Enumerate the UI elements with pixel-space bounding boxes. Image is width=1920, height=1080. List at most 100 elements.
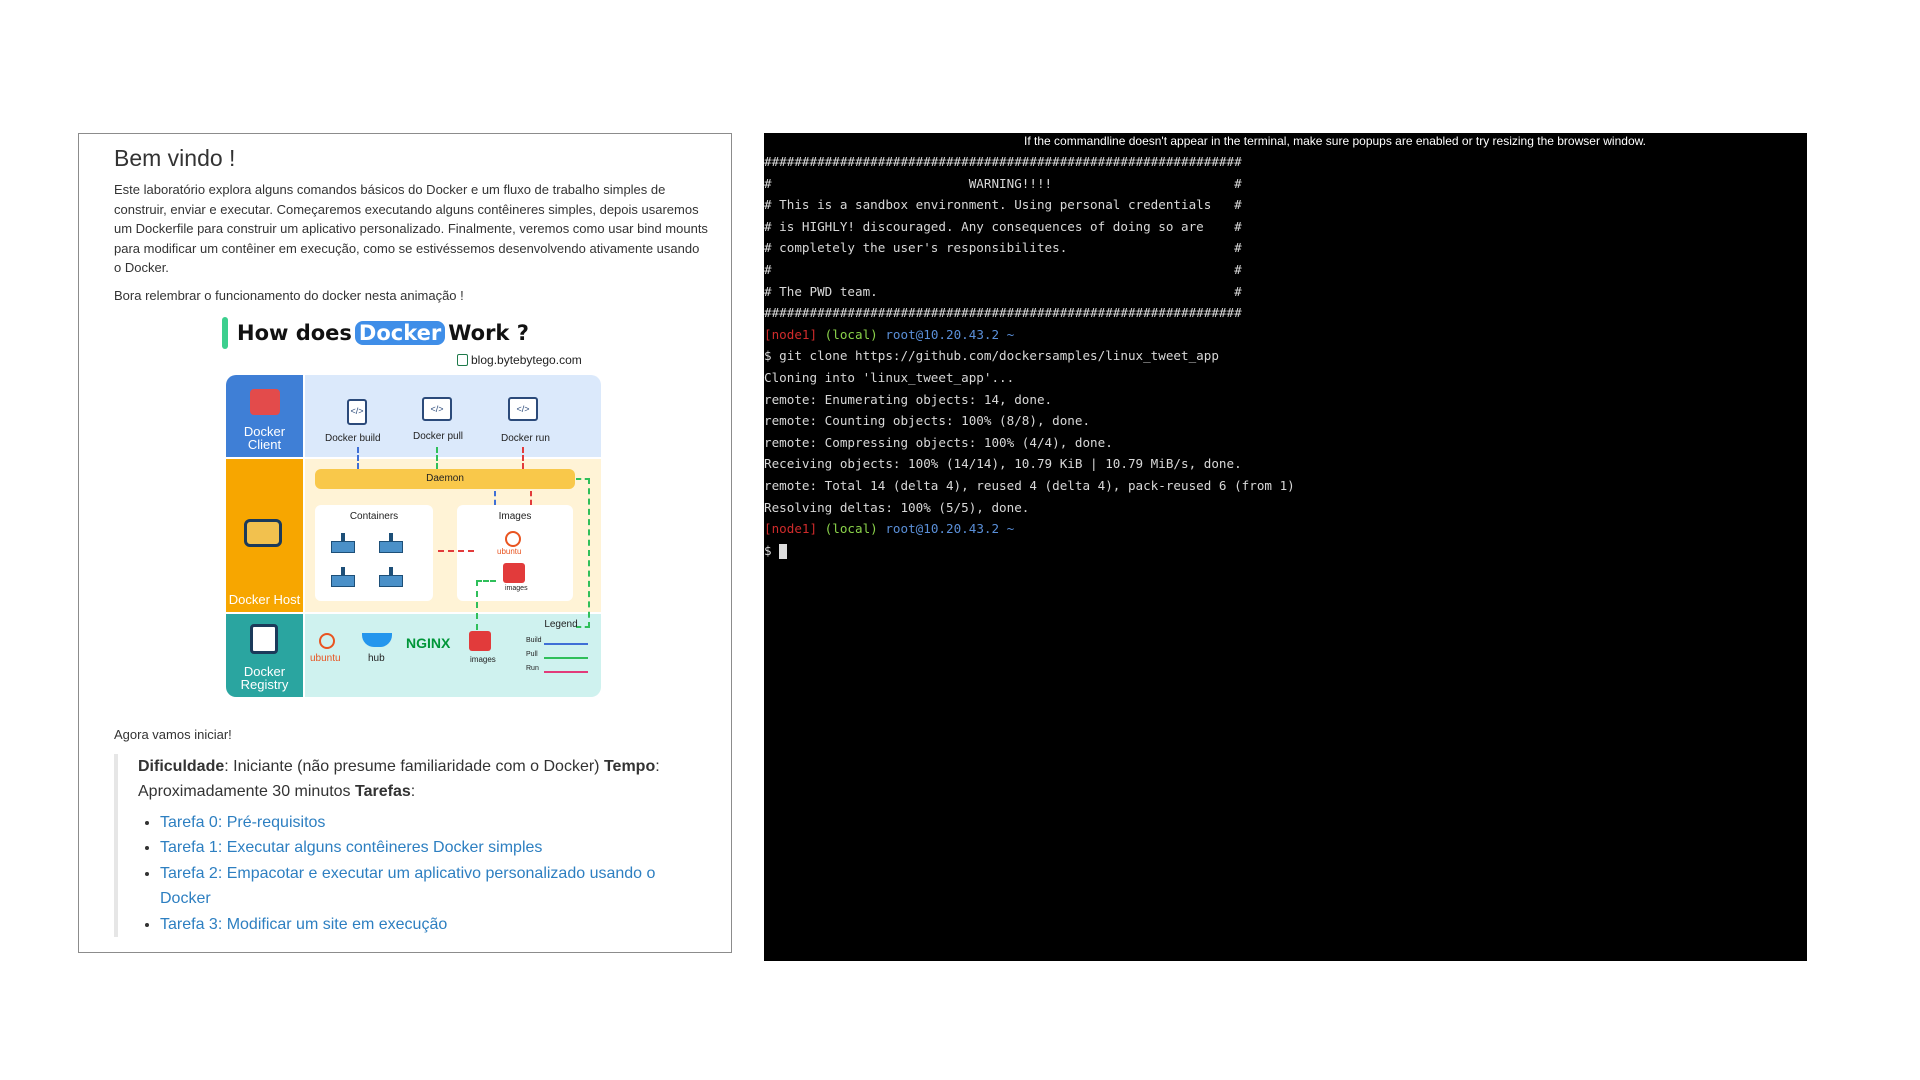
terminal-line: remote: Total 14 (delta 4), reused 4 (de…	[764, 477, 1295, 493]
daemon-bar: Daemon	[315, 468, 575, 489]
legend-build-label: Build	[526, 636, 542, 644]
task-1-link[interactable]: Tarefa 1: Executar alguns contêineres Do…	[160, 839, 542, 856]
diagram-title-docker: Docker	[354, 320, 446, 345]
containers-title: Containers	[349, 510, 399, 522]
difficulty-value: : Iniciante (não presume familiaridade c…	[224, 757, 604, 775]
terminal-prompt: [node1] (local) root@10.20.43.2 ~	[764, 324, 1295, 346]
ubuntu-icon	[505, 530, 521, 547]
terminal-line: # #	[764, 261, 1242, 277]
prompt-node: [node1]	[764, 326, 818, 342]
arrow-pull	[436, 446, 438, 469]
terminal-line: # WARNING!!!! #	[764, 175, 1242, 191]
tutorial-panel: Bem vindo ! Este laboratório explora alg…	[78, 133, 732, 953]
task-list: Tarefa 0: Pré-requisitos Tarefa 1: Execu…	[138, 810, 709, 938]
terminal-line: Resolving deltas: 100% (5/5), done.	[764, 499, 1030, 515]
terminal-line: remote: Counting objects: 100% (8/8), do…	[764, 413, 1091, 429]
images-small-label: images	[505, 584, 528, 592]
registry-images-label: images	[470, 654, 496, 664]
terminal-line: remote: Compressing objects: 100% (4/4),…	[764, 434, 1113, 450]
client-icon	[250, 388, 280, 415]
intro-paragraph: Este laboratório explora alguns comandos…	[114, 182, 708, 275]
run-window-icon: </>	[508, 396, 538, 421]
server-icon	[244, 518, 282, 547]
diagram-legend: Legend Build Pull Run	[526, 619, 596, 693]
terminal-output[interactable]: ########################################…	[764, 151, 1295, 561]
legend-build-line	[544, 642, 588, 645]
cmd-build-label: Docker build	[325, 432, 381, 444]
terminal-line: ########################################…	[764, 305, 1242, 321]
terminal-input-line[interactable]: $	[764, 540, 1295, 562]
build-file-icon: </>	[347, 398, 367, 425]
terminal-line: # completely the user's responsibilites.…	[764, 240, 1242, 256]
tasks-label: Tarefas	[355, 782, 411, 800]
container-icon	[377, 566, 405, 589]
list-item: Tarefa 2: Empacotar e executar um aplica…	[160, 861, 709, 912]
prompt-symbol: $	[764, 542, 780, 558]
arrow-daemon-images-blue	[494, 490, 496, 505]
legend-run-label: Run	[526, 664, 539, 672]
bytebytego-icon	[457, 353, 468, 366]
legend-pull-line	[544, 656, 588, 659]
list-item: Tarefa 0: Pré-requisitos	[160, 810, 709, 836]
row-host-label: Docker Host	[228, 591, 301, 607]
task-0-link[interactable]: Tarefa 0: Pré-requisitos	[160, 814, 325, 831]
terminal-prompt: [node1] (local) root@10.20.43.2 ~	[764, 518, 1295, 540]
terminal-window[interactable]: If the commandline doesn't appear in the…	[764, 133, 1807, 961]
terminal-line: Cloning into 'linux_tweet_app'...	[764, 369, 1015, 385]
prompt-host: root@10.20.43.2 ~	[885, 326, 1015, 342]
terminal-line: remote: Enumerating objects: 14, done.	[764, 391, 1053, 407]
legend-pull-label: Pull	[526, 650, 538, 658]
arrow-run	[522, 446, 524, 469]
diagram-title: How does Docker Work ?	[222, 316, 529, 349]
diagram-source: blog.bytebytego.com	[457, 353, 582, 367]
row-registry-label: Docker Registry	[240, 663, 289, 692]
arrow-run-to-container	[438, 549, 474, 552]
arrow-daemon-images-red	[530, 490, 532, 505]
legend-title: Legend	[544, 618, 578, 630]
row-docker-client: Docker Client	[226, 374, 303, 457]
images-title: Images	[498, 510, 532, 522]
task-3-link[interactable]: Tarefa 3: Modificar um site em execução	[160, 916, 447, 933]
row-client-label: Docker Client	[243, 423, 286, 452]
redis-registry-icon	[469, 630, 491, 651]
arrow-pull-loop	[576, 477, 590, 628]
prompt-local: (local)	[824, 326, 878, 342]
row-docker-host: Docker Host	[226, 458, 303, 612]
prompt-local: (local)	[824, 521, 878, 537]
containers-box: Containers	[315, 504, 433, 601]
pull-window-icon: </>	[422, 396, 452, 421]
page-title: Bem vindo !	[114, 145, 236, 171]
task-2-link[interactable]: Tarefa 2: Empacotar e executar um aplica…	[160, 865, 655, 908]
arrow-registry-to-images	[476, 579, 496, 630]
images-box: Images ubuntu images	[457, 504, 573, 601]
container-icon	[329, 532, 357, 555]
container-icon	[329, 566, 357, 589]
diagram-grid: Docker Client Docker Host Docker Registr…	[226, 374, 601, 697]
terminal-banner: If the commandline doesn't appear in the…	[1024, 134, 1646, 148]
tasks-colon: :	[410, 782, 416, 800]
ubuntu-registry-icon	[319, 632, 335, 649]
diagram-title-post: Work ?	[448, 320, 529, 345]
cmd-run-label: Docker run	[501, 432, 550, 444]
difficulty-label: Dificuldade	[138, 757, 225, 775]
arrow-build	[357, 446, 359, 469]
registry-icon	[250, 623, 278, 654]
recall-text: Bora relembrar o funcionamento do docker…	[114, 287, 464, 303]
row-docker-registry: Docker Registry	[226, 613, 303, 697]
terminal-cursor[interactable]	[779, 543, 788, 559]
redis-icon	[503, 562, 525, 583]
title-accent-bar	[222, 316, 228, 349]
callout-text: Dificuldade: Iniciante (não presume fami…	[138, 754, 709, 804]
start-text: Agora vamos iniciar!	[114, 726, 232, 742]
registry-ubuntu-label: ubuntu	[310, 652, 341, 664]
registry-nginx-label: NGINX	[406, 634, 451, 651]
terminal-command: $ git clone https://github.com/dockersam…	[764, 348, 1219, 364]
info-callout: Dificuldade: Iniciante (não presume fami…	[114, 753, 709, 938]
prompt-node: [node1]	[764, 521, 818, 537]
terminal-line: # is HIGHLY! discouraged. Any consequenc…	[764, 218, 1242, 234]
container-icon	[377, 532, 405, 555]
cmd-pull-label: Docker pull	[413, 430, 464, 442]
list-item: Tarefa 3: Modificar um site em execução	[160, 912, 709, 938]
registry-hub-label: hub	[368, 652, 385, 664]
terminal-line: Receiving objects: 100% (14/14), 10.79 K…	[764, 456, 1242, 472]
